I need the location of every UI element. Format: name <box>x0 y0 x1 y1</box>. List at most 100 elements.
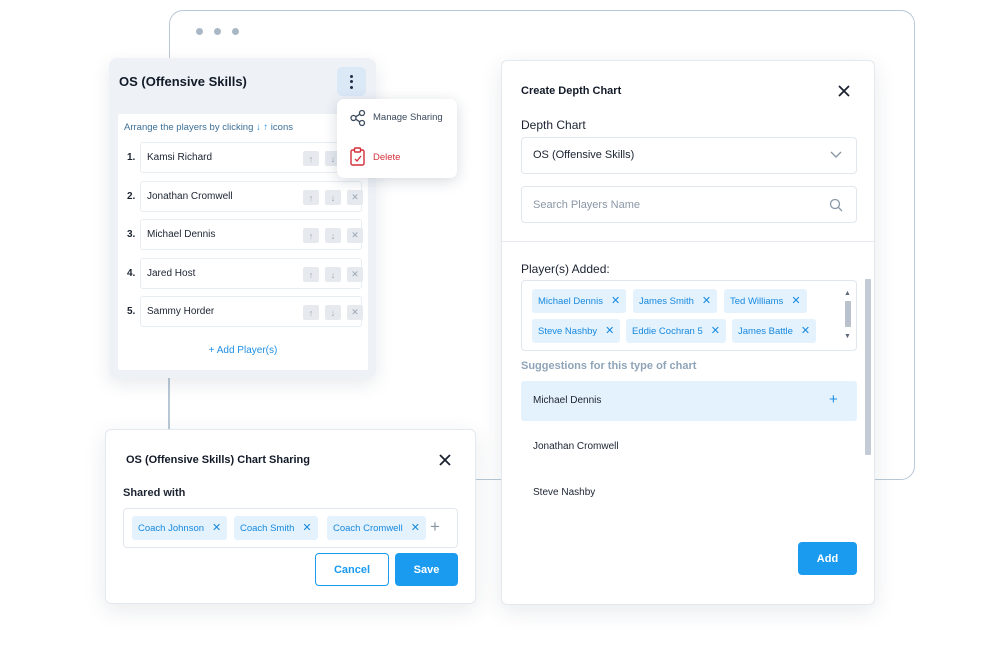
remove-tag-icon[interactable]: ✕ <box>411 522 420 534</box>
save-button[interactable]: Save <box>395 553 458 586</box>
tag-label: Steve Nashby <box>538 325 598 337</box>
window-dot <box>196 28 203 35</box>
panel-scrollbar[interactable] <box>865 279 871 455</box>
suggestion-row[interactable]: Steve Nashby <box>521 473 857 513</box>
search-icon <box>829 198 843 212</box>
remove-tag-icon[interactable]: ✕ <box>212 522 221 534</box>
tag-label: Ted Williams <box>730 295 784 307</box>
move-down-icon[interactable]: ↓ <box>325 305 341 320</box>
delete-item[interactable]: Delete <box>337 143 457 173</box>
sharing-title: OS (Offensive Skills) Chart Sharing <box>126 454 310 466</box>
remove-tag-icon[interactable]: ✕ <box>611 295 620 307</box>
player-row: 3. Michael Dennis ↑ ↓ ✕ <box>124 219 363 251</box>
player-rank: 4. <box>127 268 136 279</box>
tags-scrollbar[interactable]: ▲ ▼ <box>843 290 853 342</box>
suggestion-name: Michael Dennis <box>533 395 602 406</box>
added-players-box: Michael Dennis ✕ James Smith ✕ Ted Williams ✕… <box>521 280 857 351</box>
suggestion-name: Jonathan Cromwell <box>533 441 619 452</box>
move-up-icon[interactable]: ↑ <box>303 305 319 320</box>
player-rank: 3. <box>127 229 136 240</box>
player-name: Jared Host <box>147 268 196 279</box>
player-row: 5. Sammy Horder ↑ ↓ ✕ <box>124 296 363 328</box>
chart-sharing-panel: OS (Offensive Skills) Chart Sharing Shar… <box>105 429 476 604</box>
panel-title: Create Depth Chart <box>521 85 622 97</box>
shared-coaches-box: Coach Johnson ✕ Coach Smith ✕ Coach Cromwell… <box>123 508 458 548</box>
players-added-label: Player(s) Added: <box>521 262 610 276</box>
remove-tag-icon[interactable]: ✕ <box>791 295 800 307</box>
hint-suffix: icons <box>270 122 293 133</box>
player-rank: 1. <box>127 152 136 163</box>
add-coach-icon[interactable]: + <box>430 517 440 537</box>
player-tag: Eddie Cochran 5 ✕ <box>626 319 726 343</box>
delete-label: Delete <box>373 152 401 163</box>
window-dot <box>232 28 239 35</box>
player-box: Michael Dennis ↑ ↓ ✕ <box>140 219 363 250</box>
tag-label: Coach Cromwell <box>333 522 403 534</box>
suggestion-name: Steve Nashby <box>533 487 596 498</box>
move-up-icon[interactable]: ↑ <box>303 190 319 205</box>
close-icon[interactable] <box>432 447 458 473</box>
create-depth-chart-panel: Create Depth Chart Depth Chart OS (Offen… <box>501 60 875 605</box>
coach-tag: Coach Johnson ✕ <box>132 516 228 540</box>
remove-player-icon[interactable]: ✕ <box>347 305 363 320</box>
hint-prefix: Arrange the players by clicking <box>124 122 254 133</box>
window-dot <box>214 28 221 35</box>
manage-sharing-item[interactable]: Manage Sharing <box>337 103 457 133</box>
coach-tag: Coach Smith ✕ <box>234 516 318 540</box>
tag-label: Coach Smith <box>240 522 295 534</box>
remove-player-icon[interactable]: ✕ <box>347 190 363 205</box>
player-name: Jonathan Cromwell <box>147 191 233 202</box>
add-suggestion-icon[interactable]: + <box>829 391 838 408</box>
player-rank: 5. <box>127 306 136 317</box>
player-search[interactable] <box>521 186 857 223</box>
scroll-thumb[interactable] <box>845 301 851 327</box>
remove-tag-icon[interactable]: ✕ <box>711 325 720 337</box>
suggestion-row[interactable]: Michael Dennis + <box>521 381 857 421</box>
select-value: OS (Offensive Skills) <box>533 149 635 161</box>
player-tag: James Battle ✕ <box>732 319 817 343</box>
player-tag: Steve Nashby ✕ <box>532 319 621 343</box>
player-tag: Michael Dennis ✕ <box>532 289 627 313</box>
depth-chart-title: OS (Offensive Skills) <box>119 74 247 89</box>
move-up-icon[interactable]: ↑ <box>303 151 319 166</box>
remove-tag-icon[interactable]: ✕ <box>605 325 614 337</box>
player-box: Sammy Horder ↑ ↓ ✕ <box>140 296 363 327</box>
close-icon[interactable] <box>830 77 858 105</box>
move-down-icon[interactable]: ↓ <box>325 228 341 243</box>
add-button[interactable]: Add <box>798 542 857 575</box>
window-dots <box>196 28 239 35</box>
divider <box>502 241 874 242</box>
clipboard-delete-icon <box>350 147 365 166</box>
remove-tag-icon[interactable]: ✕ <box>702 295 711 307</box>
kebab-icon[interactable] <box>337 67 366 96</box>
remove-tag-icon[interactable]: ✕ <box>302 522 311 534</box>
player-box: Jonathan Cromwell ↑ ↓ ✕ <box>140 181 363 212</box>
player-box: Jared Host ↑ ↓ ✕ <box>140 258 363 289</box>
scroll-up-icon[interactable]: ▲ <box>844 290 851 297</box>
suggestion-row[interactable]: Jonathan Cromwell <box>521 427 857 467</box>
depth-chart-label: Depth Chart <box>521 118 586 132</box>
move-down-icon[interactable]: ↓ <box>325 190 341 205</box>
tag-label: James Smith <box>639 295 694 307</box>
suggestions-heading: Suggestions for this type of chart <box>521 360 697 372</box>
move-down-icon[interactable]: ↓ <box>325 267 341 282</box>
remove-player-icon[interactable]: ✕ <box>347 228 363 243</box>
remove-player-icon[interactable]: ✕ <box>347 267 363 282</box>
tag-label: Eddie Cochran 5 <box>632 325 703 337</box>
move-up-icon[interactable]: ↑ <box>303 228 319 243</box>
manage-sharing-label: Manage Sharing <box>373 112 443 123</box>
move-up-icon[interactable]: ↑ <box>303 267 319 282</box>
search-input[interactable] <box>533 198 823 211</box>
player-name: Michael Dennis <box>147 229 216 240</box>
player-name: Kamsi Richard <box>147 152 213 163</box>
scroll-down-icon[interactable]: ▼ <box>844 333 851 340</box>
player-tag: Ted Williams ✕ <box>724 289 807 313</box>
hint-arrows: ↓ ↑ <box>256 122 269 133</box>
tag-label: Michael Dennis <box>538 295 603 307</box>
add-player-link[interactable]: + Add Player(s) <box>118 345 368 356</box>
tag-label: Coach Johnson <box>138 522 205 534</box>
player-tag: James Smith ✕ <box>633 289 718 313</box>
remove-tag-icon[interactable]: ✕ <box>801 325 810 337</box>
cancel-button[interactable]: Cancel <box>315 553 389 586</box>
depth-chart-select[interactable]: OS (Offensive Skills) <box>521 137 857 174</box>
